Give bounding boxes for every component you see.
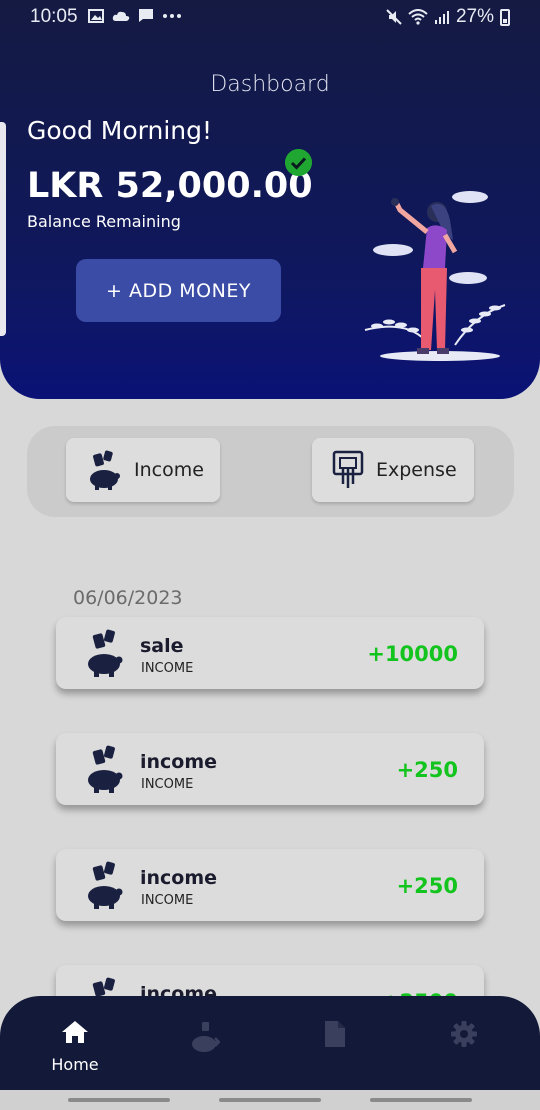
transaction-card[interactable]: income INCOME +250 bbox=[56, 849, 484, 921]
income-button-label: Income bbox=[134, 459, 204, 481]
home-icon bbox=[62, 1021, 88, 1043]
side-drawer-handle[interactable] bbox=[0, 122, 6, 336]
check-circle-icon bbox=[285, 149, 312, 176]
transaction-date: 06/06/2023 bbox=[73, 587, 183, 609]
transfer-icon bbox=[192, 1022, 221, 1052]
wifi-icon bbox=[408, 9, 428, 25]
nav-settings[interactable] bbox=[419, 1020, 509, 1053]
status-bar: 10:05 27% bbox=[0, 0, 540, 34]
woman-selfie-illustration bbox=[364, 191, 506, 361]
transaction-amount: +250 bbox=[396, 758, 458, 782]
document-icon bbox=[325, 1021, 345, 1047]
dashboard-header: 10:05 27% Dashboard Good Morning! LKR 52… bbox=[0, 0, 540, 399]
gallery-icon bbox=[88, 8, 104, 23]
message-icon bbox=[139, 9, 153, 22]
mute-icon bbox=[386, 9, 402, 25]
cloud-icon bbox=[112, 11, 130, 21]
settings-icon bbox=[451, 1021, 477, 1047]
transaction-type: INCOME bbox=[141, 661, 194, 676]
gesture-handle[interactable] bbox=[370, 1098, 472, 1102]
transaction-name: income bbox=[140, 867, 218, 889]
page-title: Dashboard bbox=[210, 72, 330, 97]
transaction-name: income bbox=[140, 751, 218, 773]
piggy-bank-icon bbox=[88, 629, 123, 677]
transaction-type: INCOME bbox=[141, 777, 194, 792]
atm-card-icon bbox=[332, 450, 364, 488]
more-dots-icon bbox=[163, 13, 181, 18]
piggy-bank-icon bbox=[88, 745, 123, 793]
nav-report[interactable] bbox=[290, 1020, 380, 1053]
transaction-card[interactable]: sale INCOME +10000 bbox=[56, 617, 484, 689]
balance-label: Balance Remaining bbox=[27, 212, 181, 231]
signal-icon bbox=[434, 11, 449, 24]
status-time: 10:05 bbox=[30, 6, 78, 27]
nav-transfer[interactable] bbox=[160, 1020, 250, 1059]
gesture-handle[interactable] bbox=[68, 1098, 170, 1102]
transaction-amount: +10000 bbox=[367, 642, 458, 666]
expense-button-label: Expense bbox=[376, 459, 457, 481]
system-gesture-bar bbox=[0, 1090, 540, 1110]
transaction-card[interactable]: income INCOME +250 bbox=[56, 733, 484, 805]
transaction-type: INCOME bbox=[141, 893, 194, 908]
bottom-navigation: Home bbox=[0, 996, 540, 1090]
nav-home[interactable]: Home bbox=[30, 1020, 120, 1074]
battery-icon bbox=[500, 8, 510, 26]
nav-home-label: Home bbox=[51, 1055, 99, 1074]
expense-button[interactable]: Expense bbox=[312, 438, 474, 502]
piggy-bank-icon bbox=[88, 861, 123, 909]
greeting-text: Good Morning! bbox=[27, 116, 213, 145]
transaction-name: sale bbox=[140, 635, 184, 657]
piggy-bank-icon bbox=[90, 450, 120, 490]
battery-percent: 27% bbox=[455, 6, 494, 27]
balance-amount: LKR 52,000.00 bbox=[27, 166, 313, 206]
gesture-handle[interactable] bbox=[219, 1098, 321, 1102]
income-button[interactable]: Income bbox=[66, 438, 220, 502]
quick-actions-panel: Income Expense bbox=[27, 426, 514, 517]
transaction-amount: +250 bbox=[396, 874, 458, 898]
add-money-button[interactable]: + ADD MONEY bbox=[76, 259, 281, 322]
